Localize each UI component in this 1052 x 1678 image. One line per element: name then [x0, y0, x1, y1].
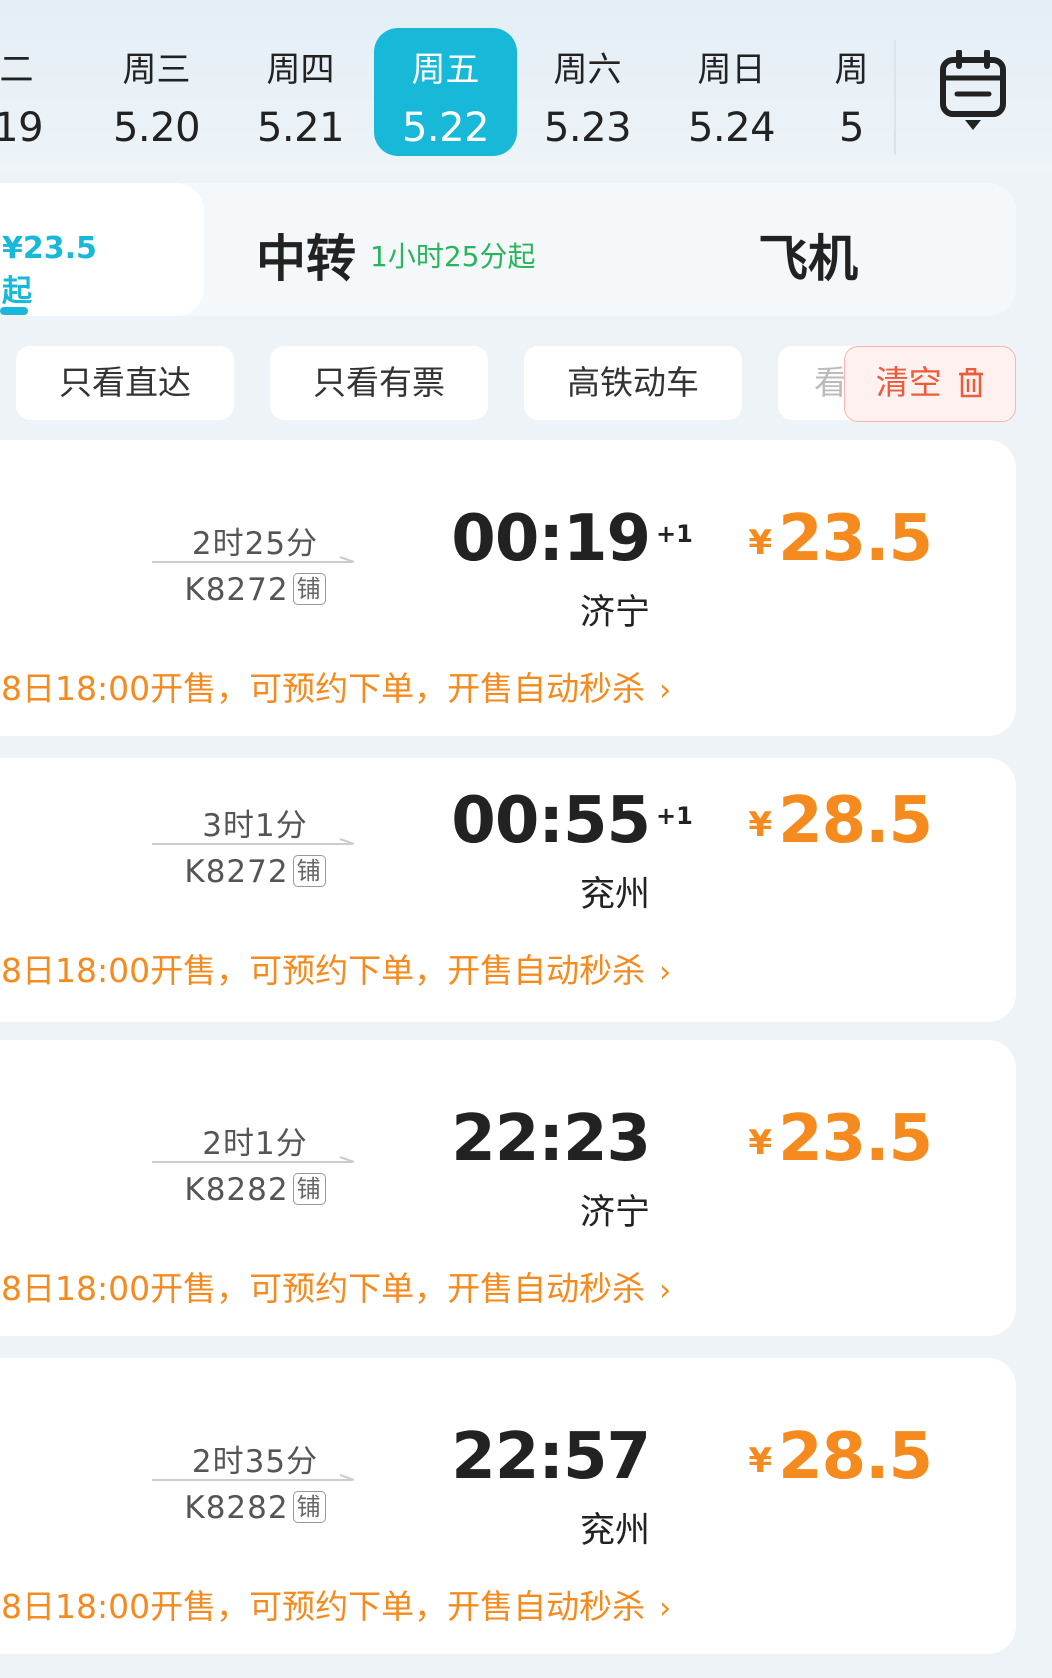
train-number: K8272 铺	[152, 572, 358, 608]
train-number-text: K8272	[184, 572, 289, 608]
train-card[interactable]: 3时1分 K8272 铺 00:55 +1 兖州 ¥28.5 08日18:00开售…	[0, 758, 1016, 1022]
presale-notice[interactable]: 08日18:00开售，可预约下单，开售自动秒杀 ›	[0, 1262, 671, 1310]
date-value: 5.23	[543, 105, 632, 151]
train-start-price: ¥23.5起	[2, 231, 97, 309]
filter-direct-only[interactable]: 只看直达	[16, 346, 234, 420]
route-arrow-icon	[152, 1474, 355, 1481]
route-arrow-icon	[152, 838, 355, 845]
next-day-indicator: +1	[656, 520, 693, 548]
presale-notice-text: 08日18:00开售，可预约下单，开售自动秒杀	[0, 1269, 646, 1308]
date-value: 5.19	[0, 105, 44, 151]
train-number: K8282 铺	[152, 1490, 358, 1526]
ticket-price: ¥28.5	[748, 1420, 933, 1494]
price-value: 28.5	[778, 1420, 933, 1494]
transfer-label: 中转	[256, 230, 356, 288]
presale-notice[interactable]: 08日18:00开售，可预约下单，开售自动秒杀 ›	[0, 662, 671, 710]
arrival-station: 兖州	[579, 1511, 650, 1551]
date-selector-bar: 周二 5.19 周三 5.20 周四 5.21 周五 5.22 周六 5.23 …	[0, 0, 1052, 175]
train-number: K8272 铺	[152, 854, 358, 890]
arrival-time: 22:57	[451, 1420, 651, 1494]
date-weekday: 周四	[266, 50, 335, 90]
route-arrow-icon	[152, 556, 355, 563]
date-value: 5.22	[401, 105, 490, 151]
arrival-station: 济宁	[579, 593, 650, 633]
date-tab-selected[interactable]: 周五 5.22	[374, 28, 517, 156]
price-value: 23.5	[778, 1102, 933, 1176]
train-card[interactable]: 2时25分 K8272 铺 00:19 +1 济宁 ¥23.5 08日18:00开…	[0, 440, 1016, 736]
calendar-icon	[940, 49, 1006, 130]
arrival-time: 00:19	[451, 502, 651, 576]
chevron-right-icon: ›	[659, 1591, 672, 1626]
train-number-text: K8272	[184, 854, 289, 890]
ticket-price: ¥28.5	[748, 784, 933, 858]
arrival-time: 22:23	[451, 1102, 651, 1176]
filter-available-only[interactable]: 只看有票	[270, 346, 488, 420]
date-value: 5.20	[112, 105, 201, 151]
train-number-text: K8282	[184, 1490, 289, 1526]
bunk-badge: 铺	[292, 1491, 326, 1523]
arrival-station: 兖州	[579, 875, 650, 915]
date-weekday: 周	[834, 50, 869, 90]
date-value: 5	[839, 105, 864, 151]
arrival-station: 济宁	[579, 1193, 650, 1233]
train-number: K8282 铺	[152, 1172, 358, 1208]
bunk-badge: 铺	[292, 855, 326, 887]
transfer-duration: 1小时25分起	[370, 240, 536, 273]
trash-icon	[959, 367, 984, 398]
tab-plane[interactable]: 飞机	[758, 219, 858, 291]
clear-filters-button[interactable]: 清空	[844, 346, 1016, 422]
date-weekday: 周三	[122, 50, 191, 90]
date-tab[interactable]: 周四 5.21	[229, 28, 372, 156]
ticket-price: ¥23.5	[748, 502, 933, 576]
date-weekday: 周五	[411, 50, 480, 90]
ticket-price: ¥23.5	[748, 1102, 933, 1176]
train-card[interactable]: 2时1分 K8282 铺 22:23 济宁 ¥23.5 08日18:00开售，可预…	[0, 1040, 1016, 1336]
date-weekday: 周二	[0, 50, 34, 90]
active-tab-indicator	[0, 307, 28, 315]
date-value: 5.21	[256, 105, 345, 151]
date-tab[interactable]: 周三 5.20	[85, 28, 228, 156]
bunk-badge: 铺	[292, 573, 326, 605]
route-arrow-icon	[152, 1156, 355, 1163]
clear-label: 清空	[875, 363, 942, 402]
presale-notice[interactable]: 08日18:00开售，可预约下单，开售自动秒杀 ›	[0, 944, 671, 992]
calendar-button[interactable]	[935, 49, 1011, 134]
arrival-time: 00:55	[451, 784, 651, 858]
presale-notice-text: 08日18:00开售，可预约下单，开售自动秒杀	[0, 669, 646, 708]
presale-notice[interactable]: 08日18:00开售，可预约下单，开售自动秒杀 ›	[0, 1580, 671, 1628]
date-tab[interactable]: 周二 5.19	[0, 28, 71, 156]
chevron-right-icon: ›	[659, 673, 672, 708]
next-day-indicator: +1	[656, 802, 693, 830]
date-strip: 周二 5.19 周三 5.20 周四 5.21 周五 5.22 周六 5.23 …	[0, 0, 895, 175]
presale-notice-text: 08日18:00开售，可预约下单，开售自动秒杀	[0, 951, 646, 990]
date-weekday: 周六	[553, 50, 622, 90]
filter-high-speed[interactable]: 高铁动车	[524, 346, 742, 420]
train-number-text: K8282	[184, 1172, 289, 1208]
tab-transfer[interactable]: 中转 1小时25分起	[256, 219, 536, 288]
presale-notice-text: 08日18:00开售，可预约下单，开售自动秒杀	[0, 1587, 646, 1626]
divider	[894, 40, 896, 155]
date-tab[interactable]: 周 5	[780, 28, 895, 156]
chevron-right-icon: ›	[659, 955, 672, 990]
bunk-badge: 铺	[292, 1173, 326, 1205]
price-value: 28.5	[778, 784, 933, 858]
price-value: 23.5	[778, 502, 933, 576]
travel-mode-tabs: ¥23.5起 中转 1小时25分起 飞机	[0, 183, 1016, 316]
chevron-right-icon: ›	[659, 1273, 672, 1308]
tab-train[interactable]: ¥23.5起	[0, 183, 204, 316]
train-card[interactable]: 2时35分 K8282 铺 22:57 兖州 ¥28.5 08日18:00开售，可…	[0, 1358, 1016, 1654]
date-tab[interactable]: 周六 5.23	[516, 28, 659, 156]
